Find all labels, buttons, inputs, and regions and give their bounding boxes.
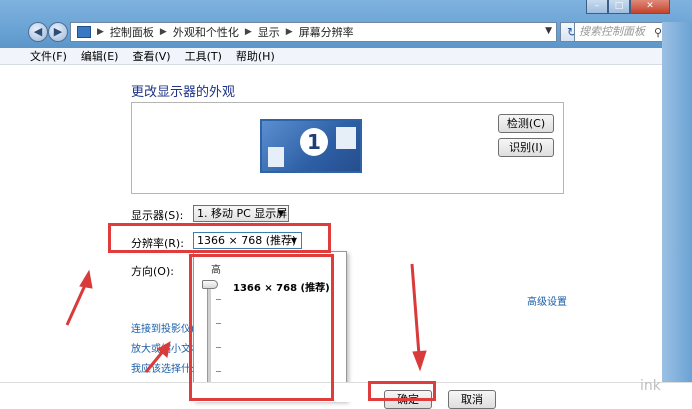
arrow-head [412,350,427,372]
annotation-arrows [65,263,427,373]
watermark: ink [640,378,661,394]
arrow-up-middle [144,349,166,373]
arrow-up-left [65,282,88,326]
arrow-down-right [410,263,421,356]
arrow-head [79,269,93,289]
